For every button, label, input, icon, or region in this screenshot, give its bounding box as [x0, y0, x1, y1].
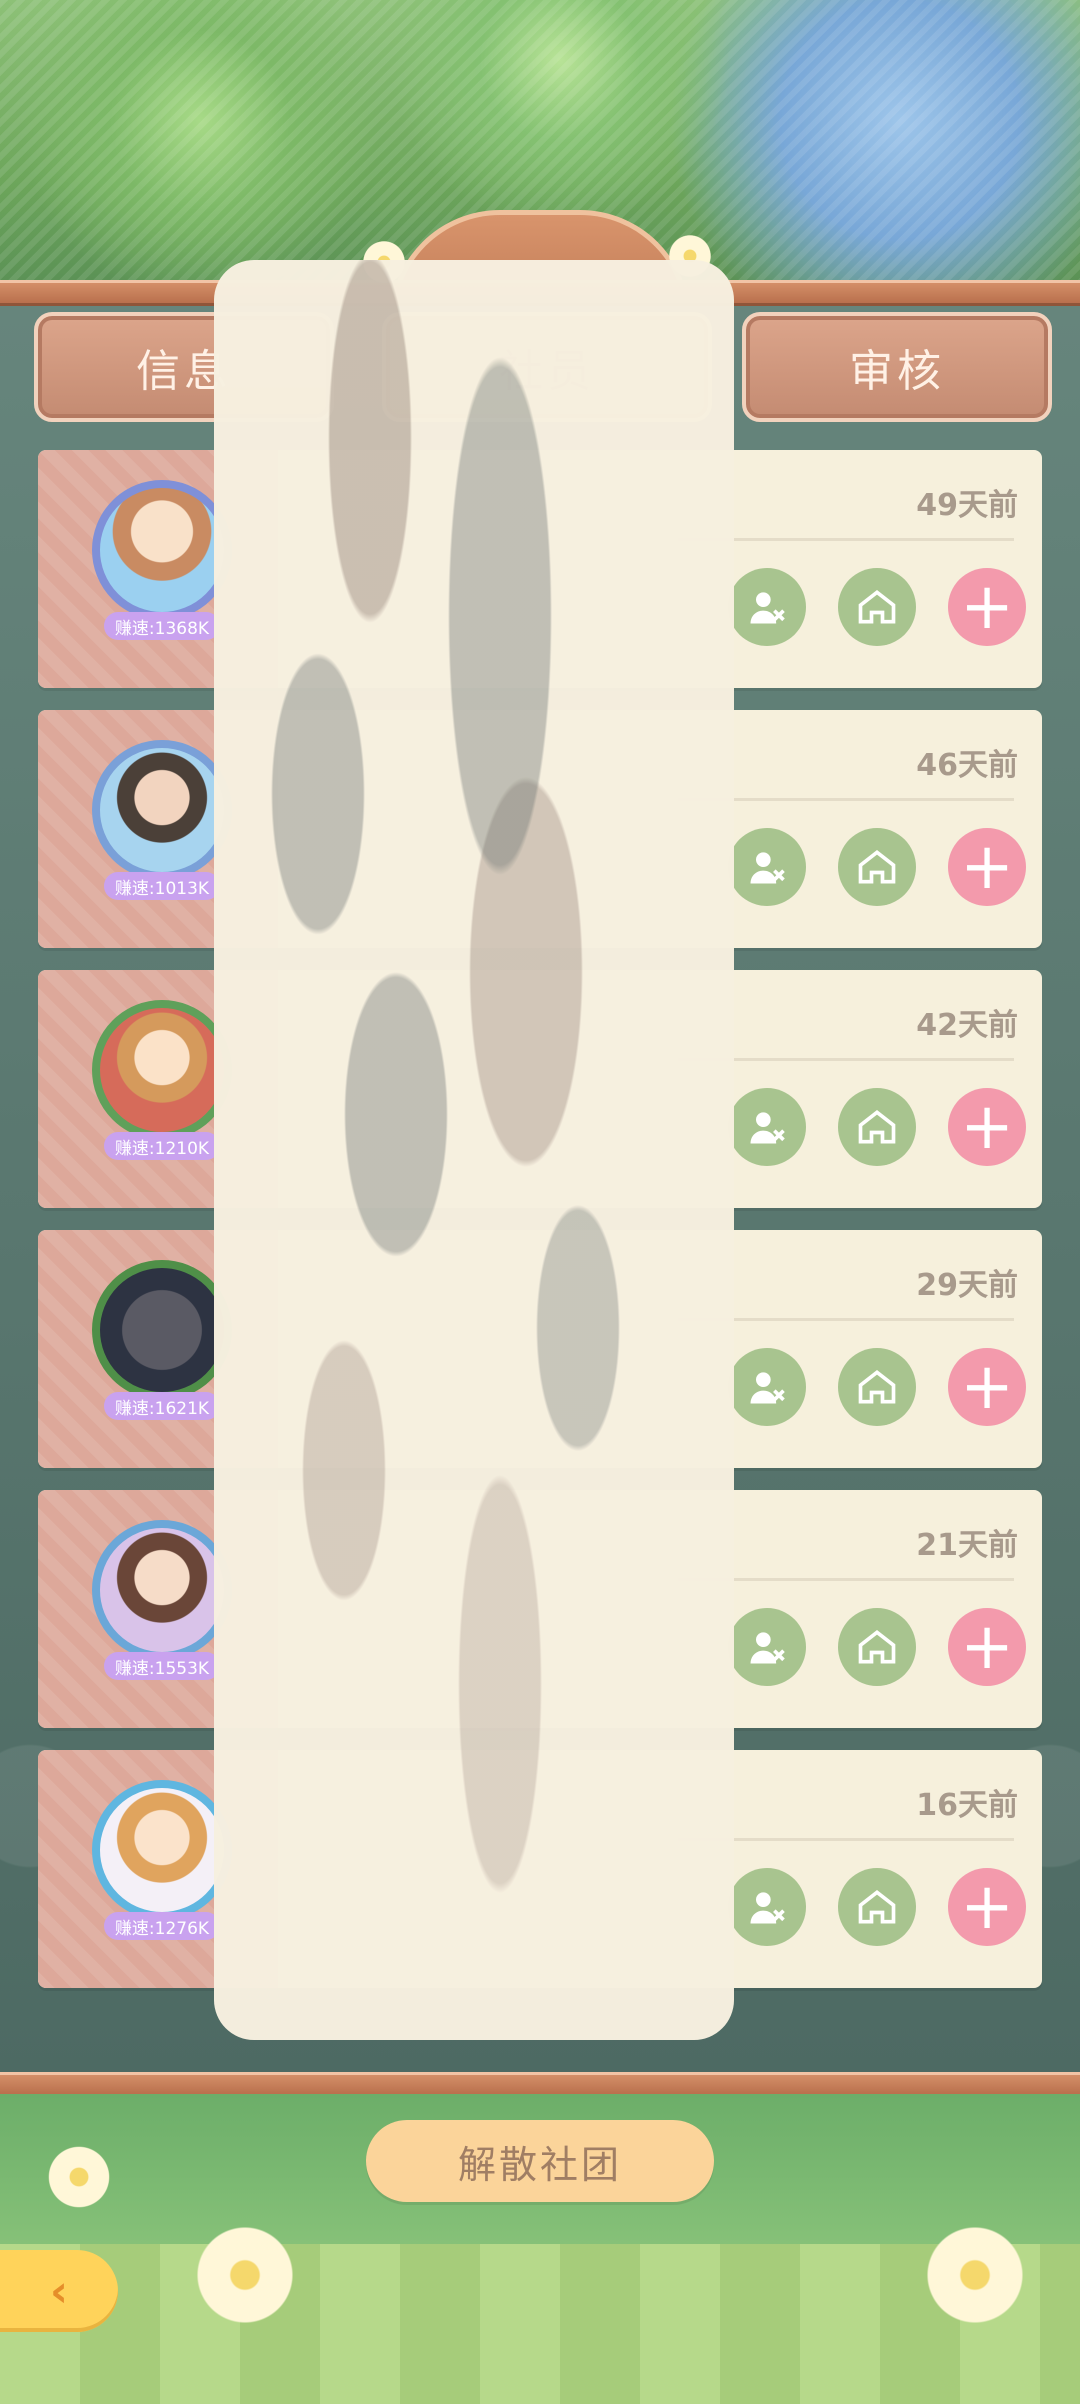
- joined-days: 16天前: [916, 1788, 1018, 1823]
- speed-badge: 赚速:1210K: [104, 1132, 220, 1160]
- remove-user-icon: [750, 1372, 785, 1404]
- plus-icon: +: [960, 1870, 1014, 1944]
- home-icon: [858, 1110, 896, 1144]
- flower-decoration: [920, 2220, 1030, 2330]
- plus-icon: +: [960, 1610, 1014, 1684]
- plus-icon: +: [960, 1350, 1014, 1424]
- add-friend-button[interactable]: +: [948, 568, 1026, 646]
- flower-decoration: [190, 2220, 300, 2330]
- home-icon: [858, 1370, 896, 1404]
- visit-home-button[interactable]: [838, 1868, 916, 1946]
- add-friend-button[interactable]: +: [948, 1608, 1026, 1686]
- home-icon: [858, 1630, 896, 1664]
- visit-home-button[interactable]: [838, 568, 916, 646]
- back-arrow-icon: ‹: [49, 2265, 69, 2317]
- avatar: [92, 1520, 232, 1660]
- dissolve-club-button[interactable]: 解散社团: [366, 2120, 714, 2202]
- remove-member-button[interactable]: [728, 1088, 806, 1166]
- add-friend-button[interactable]: +: [948, 828, 1026, 906]
- joined-days: 42天前: [916, 1008, 1018, 1043]
- home-icon: [858, 1890, 896, 1924]
- remove-user-icon: [750, 592, 785, 624]
- avatar: [92, 1260, 232, 1400]
- speed-badge: 赚速:1621K: [104, 1392, 220, 1420]
- remove-user-icon: [750, 1892, 785, 1924]
- avatar: [92, 1000, 232, 1140]
- visit-home-button[interactable]: [838, 1088, 916, 1166]
- plus-icon: +: [960, 830, 1014, 904]
- remove-member-button[interactable]: [728, 1608, 806, 1686]
- plus-icon: +: [960, 570, 1014, 644]
- flower-decoration: [44, 2142, 114, 2212]
- visit-home-button[interactable]: [838, 1608, 916, 1686]
- avatar: [92, 740, 232, 880]
- remove-user-icon: [750, 1112, 785, 1144]
- visit-home-button[interactable]: [838, 1348, 916, 1426]
- avatar: [92, 480, 232, 620]
- remove-member-button[interactable]: [728, 1868, 806, 1946]
- joined-days: 46天前: [916, 748, 1018, 783]
- add-friend-button[interactable]: +: [948, 1088, 1026, 1166]
- remove-user-icon: [750, 1632, 785, 1664]
- home-icon: [858, 850, 896, 884]
- add-friend-button[interactable]: +: [948, 1868, 1026, 1946]
- joined-days: 49天前: [916, 488, 1018, 523]
- remove-user-icon: [750, 852, 785, 884]
- speed-badge: 赚速:1276K: [104, 1912, 220, 1940]
- bottom-rail-divider: [0, 2072, 1080, 2094]
- joined-days: 21天前: [916, 1528, 1018, 1563]
- speed-badge: 赚速:1013K: [104, 872, 220, 900]
- redaction-overlay: [214, 260, 734, 2040]
- visit-home-button[interactable]: [838, 828, 916, 906]
- add-friend-button[interactable]: +: [948, 1348, 1026, 1426]
- remove-member-button[interactable]: [728, 568, 806, 646]
- remove-member-button[interactable]: [728, 828, 806, 906]
- remove-member-button[interactable]: [728, 1348, 806, 1426]
- speed-badge: 赚速:1553K: [104, 1652, 220, 1680]
- tab-review[interactable]: 审核: [742, 312, 1052, 422]
- avatar: [92, 1780, 232, 1920]
- plus-icon: +: [960, 1090, 1014, 1164]
- speed-badge: 赚速:1368K: [104, 612, 220, 640]
- joined-days: 29天前: [916, 1268, 1018, 1303]
- back-button[interactable]: ‹: [0, 2250, 118, 2332]
- home-icon: [858, 590, 896, 624]
